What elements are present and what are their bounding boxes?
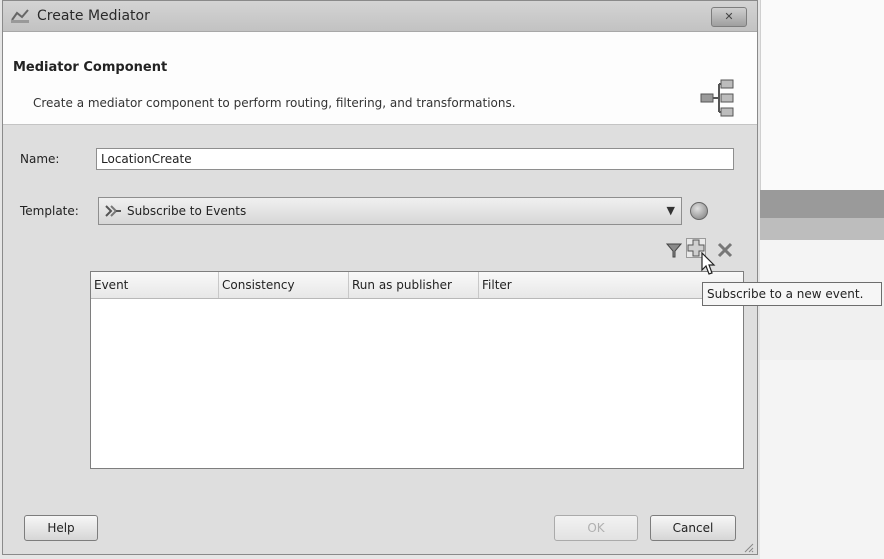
close-button[interactable]: ✕ <box>711 7 747 27</box>
chevron-down-icon: ▼ <box>666 204 675 217</box>
template-label: Template: <box>20 204 79 218</box>
template-value: Subscribe to Events <box>127 204 247 218</box>
background-content <box>760 300 884 360</box>
delete-icon[interactable] <box>715 240 735 260</box>
background-header-strip <box>760 218 884 240</box>
mediator-component-icon <box>700 79 734 117</box>
ok-button[interactable]: OK <box>554 515 638 541</box>
title-bar[interactable]: Create Mediator ✕ <box>3 1 757 32</box>
window-title: Create Mediator <box>37 8 150 24</box>
template-select[interactable]: Subscribe to Events ▼ <box>98 197 682 225</box>
close-icon: ✕ <box>724 10 734 23</box>
filter-icon[interactable] <box>664 240 684 260</box>
cancel-button[interactable]: Cancel <box>650 515 736 541</box>
events-table[interactable]: Event Consistency Run as publisher Filte… <box>90 271 744 469</box>
name-label: Name: <box>20 152 60 166</box>
subscribe-events-icon <box>105 205 121 217</box>
name-field[interactable] <box>96 148 734 170</box>
help-circle-icon[interactable] <box>690 202 708 220</box>
header-description: Create a mediator component to perform r… <box>33 96 516 110</box>
tooltip: Subscribe to a new event. <box>702 282 882 306</box>
help-button[interactable]: Help <box>24 515 98 541</box>
background-toolbar <box>760 190 884 218</box>
mouse-pointer-icon <box>701 252 716 275</box>
mediator-icon <box>11 9 29 23</box>
column-consistency[interactable]: Consistency <box>219 272 349 298</box>
header-title: Mediator Component <box>13 60 168 75</box>
resize-grip-icon[interactable] <box>742 541 754 553</box>
background-panel <box>760 0 884 190</box>
table-header: Event Consistency Run as publisher Filte… <box>91 272 743 299</box>
table-body[interactable] <box>91 299 743 468</box>
dialog-header: Mediator Component Create a mediator com… <box>3 32 757 125</box>
column-event[interactable]: Event <box>91 272 219 298</box>
column-run-as-publisher[interactable]: Run as publisher <box>349 272 479 298</box>
